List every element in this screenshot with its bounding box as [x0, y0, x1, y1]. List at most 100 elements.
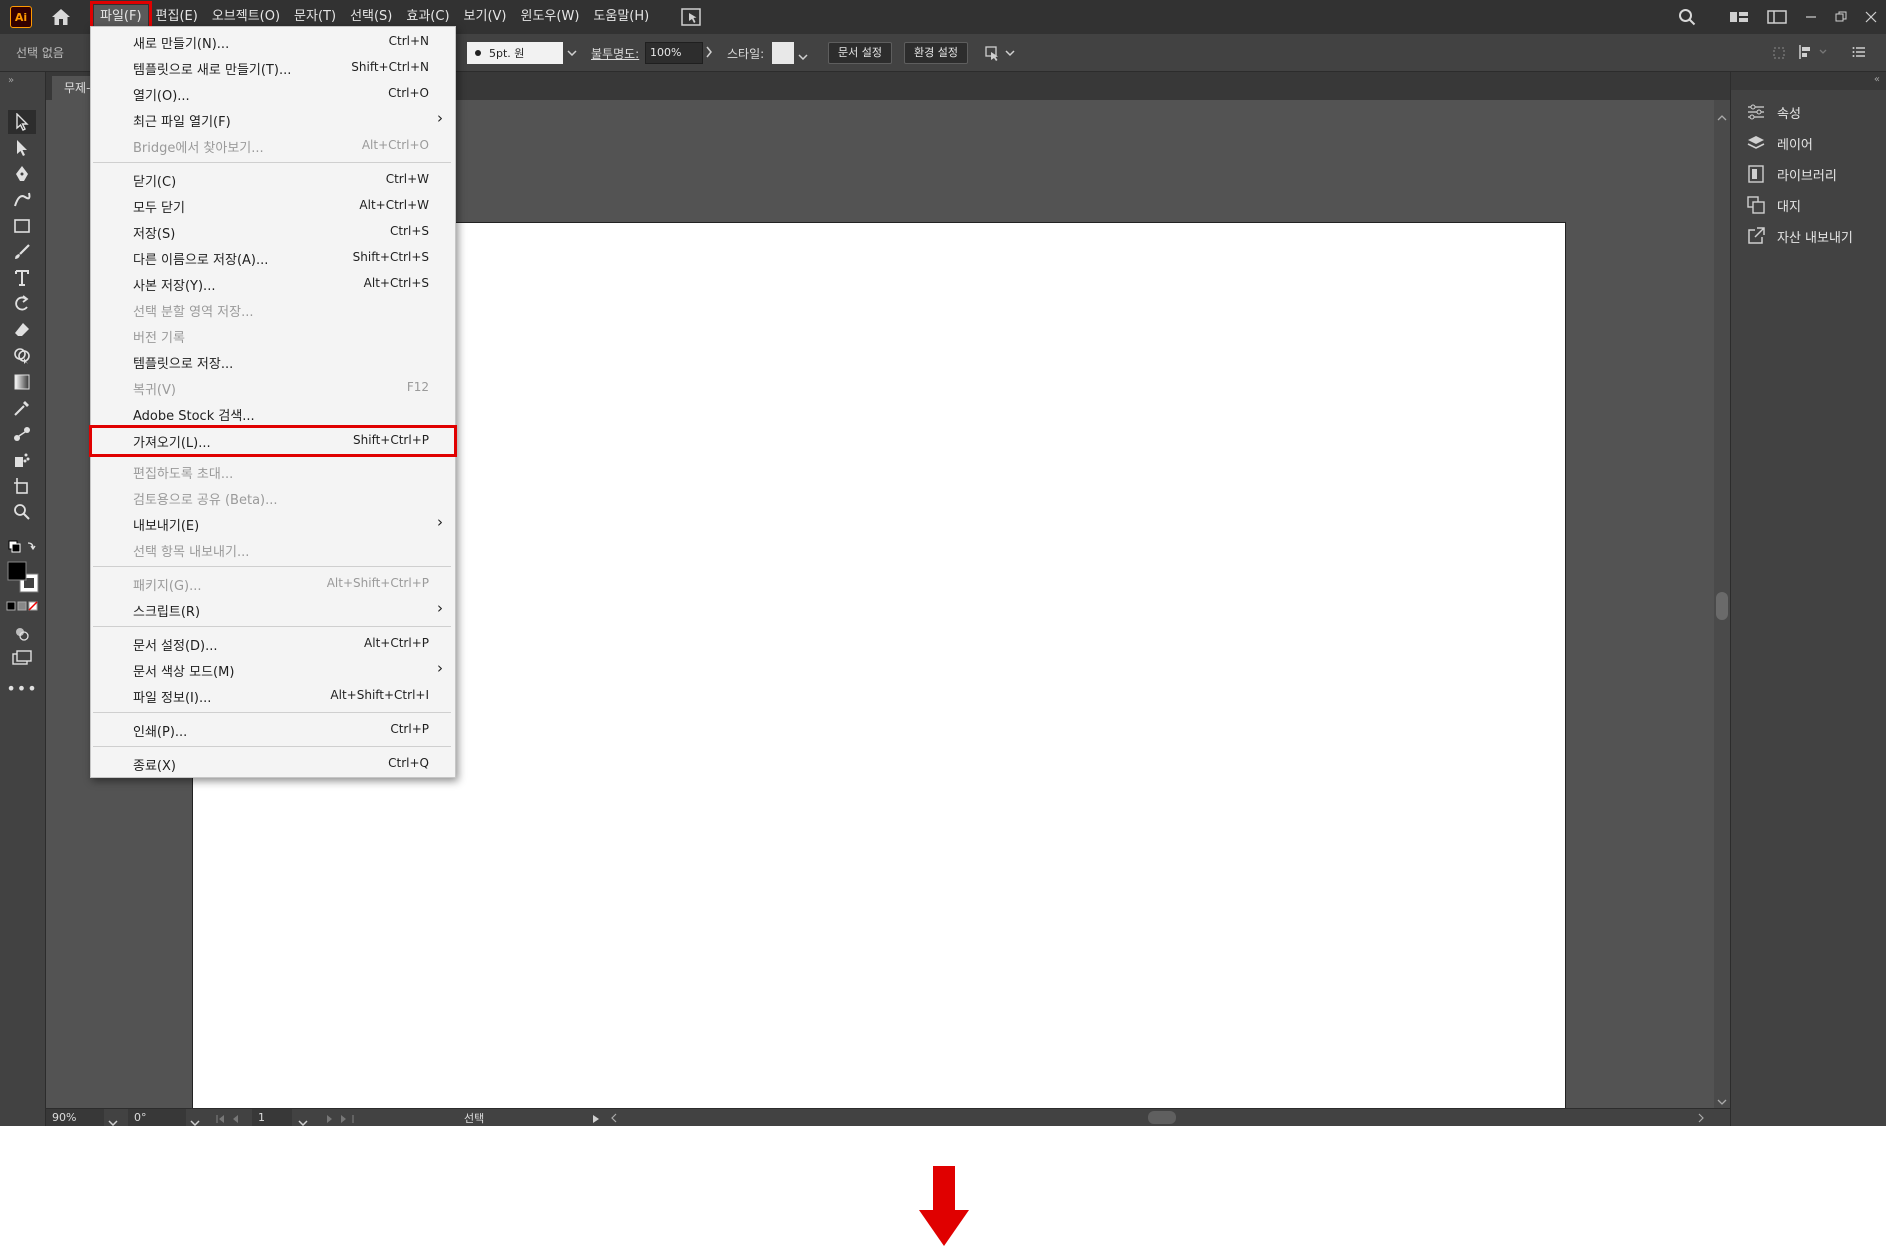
menu-item-close-all[interactable]: 모두 닫기 Alt+Ctrl+W — [91, 194, 455, 218]
menu-window[interactable]: 윈도우(W) — [515, 5, 586, 29]
direct-selection-tool-icon[interactable] — [8, 136, 36, 160]
illustrator-logo: Ai — [10, 6, 32, 28]
menu-item-document-setup[interactable]: 문서 설정(D)... Alt+Ctrl+P — [91, 632, 455, 656]
graphic-style-swatch[interactable] — [772, 42, 794, 64]
opacity-label[interactable]: 불투명도: — [591, 45, 639, 62]
color-mode-icons[interactable] — [6, 600, 40, 615]
align-icon[interactable] — [1798, 44, 1830, 64]
panel-menu-icon[interactable] — [1852, 46, 1866, 62]
search-icon[interactable] — [1668, 0, 1706, 34]
fill-stroke-swatch[interactable] — [6, 560, 40, 598]
menu-item-save[interactable]: 저장(S) Ctrl+S — [91, 220, 455, 244]
curvature-tool-icon[interactable] — [8, 188, 36, 212]
menu-item-new[interactable]: 새로 만들기(N)... Ctrl+N — [91, 30, 455, 54]
menu-item-open-recent[interactable]: 최근 파일 열기(F) › — [91, 108, 455, 132]
panel-layers-label: 레이어 — [1777, 137, 1813, 153]
zoom-tool-icon[interactable] — [8, 500, 36, 524]
select-similar-icon[interactable] — [984, 44, 1016, 66]
symbol-sprayer-tool-icon[interactable] — [8, 448, 36, 472]
menu-item-exit[interactable]: 종료(X) Ctrl+Q — [91, 752, 455, 776]
paintbrush-tool-icon[interactable] — [8, 240, 36, 264]
stroke-dot-icon — [475, 50, 481, 56]
rectangle-tool-icon[interactable] — [8, 214, 36, 238]
scroll-up-icon[interactable] — [1717, 110, 1727, 125]
menu-help[interactable]: 도움말(H) — [587, 5, 655, 29]
type-tool-icon[interactable] — [8, 266, 36, 290]
panel-export-assets[interactable]: 자산 내보내기 — [1745, 224, 1853, 248]
pen-tool-icon[interactable] — [8, 162, 36, 186]
opacity-input[interactable]: 100% — [645, 42, 703, 64]
rotation-field[interactable]: 0° — [128, 1109, 186, 1126]
home-icon[interactable] — [46, 2, 76, 32]
panel-artboards[interactable]: 대지 — [1745, 193, 1801, 217]
menu-item-shortcut: Ctrl+N — [388, 34, 429, 48]
arrange-documents-icon[interactable] — [679, 6, 703, 28]
menu-item-print[interactable]: 인쇄(P)... Ctrl+P — [91, 718, 455, 742]
vertical-scrollbar[interactable] — [1714, 100, 1730, 1108]
close-icon[interactable] — [1856, 0, 1886, 34]
minimize-icon[interactable] — [1796, 0, 1826, 34]
submenu-arrow-icon: › — [437, 659, 443, 677]
document-setup-button[interactable]: 문서 설정 — [828, 42, 892, 64]
first-artboard-icon[interactable] — [216, 1113, 244, 1126]
scroll-left-icon[interactable] — [611, 1112, 617, 1126]
scrollbar-thumb[interactable] — [1716, 592, 1728, 620]
status-menu-icon[interactable] — [592, 1113, 600, 1126]
menu-item-save-as[interactable]: 다른 이름으로 저장(A)... Shift+Ctrl+S — [91, 246, 455, 270]
menu-item-adobe-stock[interactable]: Adobe Stock 검색... — [91, 402, 455, 426]
screen-mode-icon[interactable] — [8, 646, 36, 670]
last-artboard-icon[interactable] — [326, 1113, 354, 1126]
menu-item-label: 복귀(V) — [133, 383, 176, 398]
chevron-down-icon[interactable] — [563, 42, 581, 64]
scroll-down-icon[interactable] — [1717, 1094, 1727, 1109]
panel-libraries[interactable]: 라이브러리 — [1745, 162, 1837, 186]
eyedropper-tool-icon[interactable] — [8, 396, 36, 420]
scroll-right-icon[interactable] — [1698, 1112, 1704, 1126]
menu-item-save-copy[interactable]: 사본 저장(Y)... Alt+Ctrl+S — [91, 272, 455, 296]
horizontal-scrollbar-thumb[interactable] — [1148, 1111, 1176, 1124]
selection-tool-icon[interactable] — [8, 110, 36, 134]
menu-item-shortcut: Alt+Shift+Ctrl+P — [326, 576, 429, 590]
status-bar: 90% 0° 1 선택 — [46, 1108, 1730, 1126]
artboard-tool-icon[interactable] — [8, 474, 36, 498]
menu-item-export[interactable]: 내보내기(E) › — [91, 512, 455, 536]
menu-item-open[interactable]: 열기(O)... Ctrl+O — [91, 82, 455, 106]
current-tool-status: 선택 — [464, 1112, 485, 1125]
menu-item-place[interactable]: 가져오기(L)... Shift+Ctrl+P — [89, 425, 457, 457]
zoom-field[interactable]: 90% — [46, 1109, 104, 1126]
menu-item-scripts[interactable]: 스크립트(R) › — [91, 598, 455, 622]
workspace-icon[interactable] — [1720, 0, 1758, 34]
chevron-down-icon[interactable] — [298, 1115, 308, 1126]
menu-item-shortcut: Ctrl+P — [390, 722, 429, 736]
draw-mode-icon[interactable] — [8, 622, 36, 646]
menu-item-close[interactable]: 닫기(C) Ctrl+W — [91, 168, 455, 192]
panel-properties[interactable]: 속성 — [1745, 100, 1801, 124]
blend-tool-icon[interactable] — [8, 422, 36, 446]
restore-icon[interactable] — [1826, 0, 1856, 34]
chevron-down-icon[interactable] — [190, 1115, 200, 1126]
panel-layout-icon[interactable] — [1758, 0, 1796, 34]
collapse-toolbar-icon[interactable]: » — [8, 75, 14, 86]
brush-definition-field[interactable]: 5pt. 원 — [467, 42, 563, 64]
default-fill-stroke-icon[interactable] — [8, 540, 36, 558]
artboard-number-field[interactable]: 1 — [252, 1109, 292, 1126]
shape-builder-tool-icon[interactable] — [8, 344, 36, 368]
menu-item-file-info[interactable]: 파일 정보(I)... Alt+Shift+Ctrl+I — [91, 684, 455, 708]
menu-item-document-color-mode[interactable]: 문서 색상 모드(M) › — [91, 658, 455, 682]
transform-icon[interactable] — [1772, 46, 1786, 64]
menu-bar-right — [1668, 0, 1886, 34]
menu-item-new-from-template[interactable]: 템플릿으로 새로 만들기(T)... Shift+Ctrl+N — [91, 56, 455, 80]
panel-layers[interactable]: 레이어 — [1745, 131, 1813, 155]
chevron-down-icon[interactable] — [108, 1115, 118, 1126]
eraser-tool-icon[interactable] — [8, 318, 36, 342]
edit-toolbar-icon[interactable]: ••• — [6, 676, 36, 700]
menu-item-save-as-template[interactable]: 템플릿으로 저장... — [91, 350, 455, 374]
collapse-panels-icon[interactable]: « — [1874, 74, 1880, 85]
rotate-tool-icon[interactable] — [8, 292, 36, 316]
selection-status: 선택 없음 — [16, 46, 64, 60]
chevron-down-icon[interactable] — [798, 49, 808, 64]
chevron-right-icon[interactable] — [705, 46, 713, 62]
gradient-tool-icon[interactable] — [8, 370, 36, 394]
menu-view[interactable]: 보기(V) — [458, 5, 513, 29]
preferences-button[interactable]: 환경 설정 — [904, 42, 968, 64]
